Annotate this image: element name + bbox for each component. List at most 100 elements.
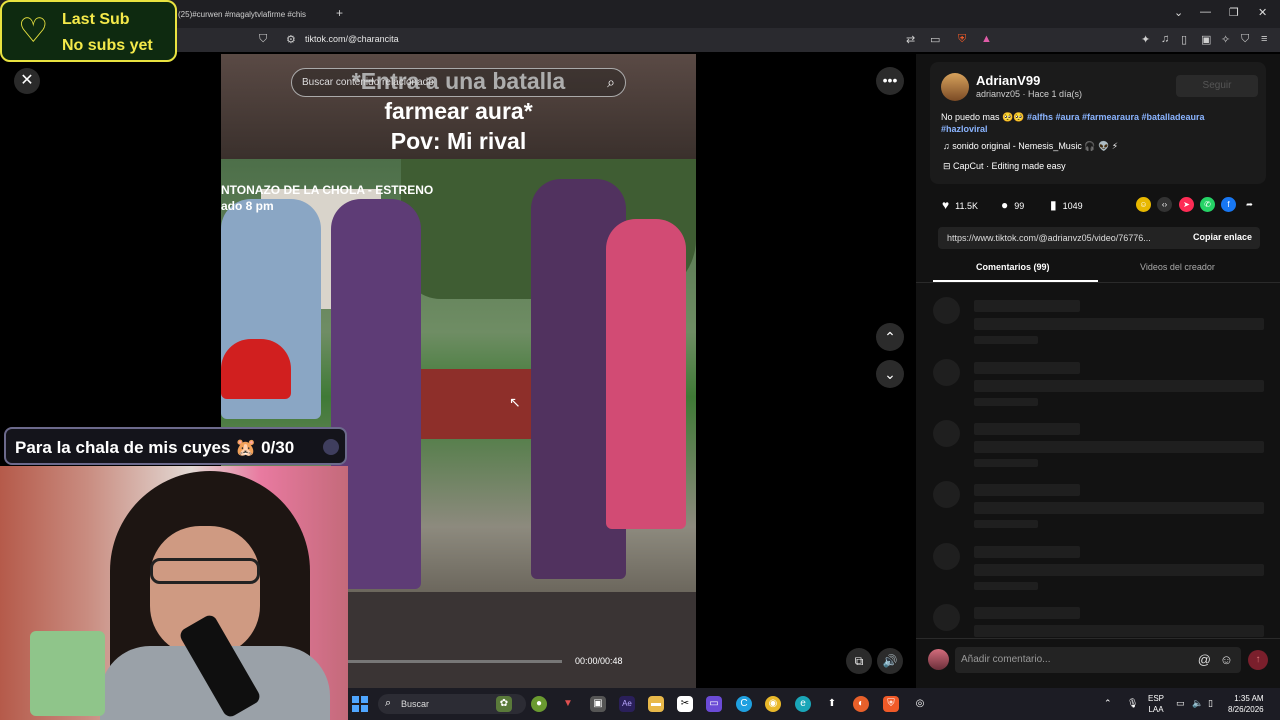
- search-icon[interactable]: ⌕: [607, 74, 615, 91]
- edge-icon[interactable]: e: [795, 696, 811, 712]
- vpn-icon[interactable]: ⛉: [1241, 33, 1249, 46]
- tray-overflow-icon[interactable]: ⌃: [1104, 698, 1112, 709]
- lang-layout: LAA: [1148, 705, 1164, 714]
- translate-icon[interactable]: ⇄: [906, 33, 915, 46]
- windows-start-icon[interactable]: [352, 696, 368, 712]
- taskbar-search-label: Buscar: [401, 699, 430, 709]
- related-search-input[interactable]: Buscar contenido relacionado ⌕: [291, 68, 626, 97]
- system-clock[interactable]: 1:35 AM 8/26/2026: [1228, 693, 1264, 715]
- save-button[interactable]: ▮ 1049: [1050, 198, 1083, 212]
- widget-icon[interactable]: ✿: [496, 696, 512, 712]
- post-comment-button[interactable]: ↑: [1248, 650, 1268, 670]
- previous-video-button[interactable]: ⌃: [876, 323, 904, 351]
- speaker-icon[interactable]: 🔈: [1192, 698, 1203, 709]
- user-avatar: [928, 649, 949, 670]
- capcut-icon[interactable]: ✂: [677, 696, 693, 712]
- brave-rewards-icon[interactable]: ▲: [981, 33, 992, 45]
- new-tab-button[interactable]: +: [336, 6, 343, 20]
- firefox-icon[interactable]: ◐: [853, 696, 869, 712]
- like-count: 11.5K: [955, 201, 978, 211]
- after-effects-icon[interactable]: Ae: [619, 696, 635, 712]
- music-info[interactable]: ♫ sonido original - Nemesis_Music 🎧 👽 ⚡: [943, 141, 1118, 152]
- media-icon[interactable]: ♫: [1161, 33, 1169, 45]
- sub-goal-widget: Para la chala de mis cuyes 🐹 0/30: [4, 427, 347, 465]
- app-icon[interactable]: ▣: [590, 696, 606, 712]
- comment-skeleton-line: [974, 582, 1038, 590]
- clock-time: 1:35 AM: [1234, 694, 1264, 703]
- maximize-button[interactable]: ❐: [1229, 6, 1239, 19]
- like-button[interactable]: ♥ 11.5K: [942, 198, 978, 212]
- person-left-shirt: [221, 339, 291, 399]
- language-indicator[interactable]: ESP LAA: [1148, 693, 1164, 715]
- site-info-icon[interactable]: ⚙: [286, 33, 296, 46]
- extensions-icon[interactable]: ✦: [1141, 33, 1150, 46]
- tab-list-icon[interactable]: ⌄: [1174, 6, 1183, 19]
- comment-skeleton-line: [974, 318, 1264, 330]
- battery-icon[interactable]: ▯: [1208, 698, 1213, 709]
- tab-creator-videos[interactable]: Videos del creador: [1140, 262, 1215, 272]
- bookmark-icon[interactable]: ⛉: [259, 33, 267, 46]
- last-sub-widget: ♡ Last Sub No subs yet: [0, 0, 177, 62]
- creator-name[interactable]: AdrianV99: [976, 73, 1040, 88]
- close-video-button[interactable]: ✕: [14, 68, 40, 94]
- comment-skeleton-avatar: [933, 420, 960, 447]
- share-friends-icon[interactable]: ☺: [1136, 197, 1151, 212]
- comment-input[interactable]: Añadir comentario... @ ☺: [955, 647, 1241, 673]
- comment-skeleton-line: [974, 441, 1264, 453]
- creator-avatar[interactable]: [941, 73, 969, 101]
- mention-icon[interactable]: @: [1198, 652, 1211, 667]
- send-icon[interactable]: ➤: [1179, 197, 1194, 212]
- minimize-button[interactable]: —: [1200, 6, 1211, 18]
- follow-button[interactable]: Seguir: [1176, 75, 1258, 97]
- comment-placeholder: Añadir comentario...: [961, 654, 1051, 665]
- embed-icon[interactable]: ‹›: [1157, 197, 1172, 212]
- comment-button[interactable]: ● 99: [1001, 198, 1024, 212]
- brave-shield-icon[interactable]: ⛨: [958, 33, 966, 46]
- last-sub-title: Last Sub: [62, 11, 130, 28]
- tab-comments[interactable]: Comentarios (99): [976, 262, 1050, 272]
- share-link-url[interactable]: https://www.tiktok.com/@adrianvz05/video…: [947, 233, 1172, 243]
- obs-icon[interactable]: ◎: [912, 696, 928, 712]
- search-icon: ⌕: [385, 697, 392, 709]
- app-icon[interactable]: ●: [531, 696, 547, 712]
- mic-icon[interactable]: 🎙: [1127, 698, 1138, 709]
- app-icon[interactable]: ⬆: [824, 696, 840, 712]
- more-options-button[interactable]: •••: [876, 67, 904, 95]
- whatsapp-icon[interactable]: ✆: [1200, 197, 1215, 212]
- menu-icon[interactable]: ≡: [1261, 33, 1267, 45]
- sub-goal-text: Para la chala de mis cuyes 🐹 0/30: [15, 438, 295, 457]
- address-bar: [0, 28, 1280, 52]
- video-progress-bar[interactable]: [348, 660, 562, 663]
- capcut-link[interactable]: ⊟ CapCut · Editing made easy: [943, 161, 1066, 172]
- app-icon[interactable]: C: [736, 696, 752, 712]
- webcam-glasses: [150, 558, 260, 584]
- share-icon[interactable]: ➦: [1242, 197, 1257, 212]
- chrome-icon[interactable]: ◉: [765, 696, 781, 712]
- brave-icon[interactable]: ⛨: [883, 696, 899, 712]
- description-text: No puedo mas 🥺🥺: [941, 112, 1025, 122]
- copy-link-button[interactable]: Copiar enlace: [1193, 232, 1252, 242]
- file-explorer-icon[interactable]: ▬: [648, 696, 664, 712]
- comment-skeleton-line: [974, 336, 1038, 344]
- url-field[interactable]: tiktok.com/@charancita: [305, 34, 399, 44]
- network-icon[interactable]: ▭: [1176, 698, 1185, 709]
- related-search-placeholder: Buscar contenido relacionado: [302, 77, 434, 88]
- facebook-icon[interactable]: f: [1221, 197, 1236, 212]
- close-window-button[interactable]: ✕: [1258, 6, 1267, 19]
- leo-ai-icon[interactable]: ✧: [1221, 33, 1230, 46]
- sidebar-icon[interactable]: ▯: [1181, 33, 1187, 46]
- browser-tab[interactable]: (25)#curwen #magalytvlafirme #chis: [172, 4, 332, 26]
- pip-icon[interactable]: ⧉: [846, 648, 872, 674]
- cast-icon[interactable]: ▭: [930, 33, 940, 46]
- app-icon[interactable]: ▼: [560, 696, 576, 712]
- twitch-icon[interactable]: ▭: [706, 696, 722, 712]
- screen: (25)#curwen #magalytvlafirme #chis + ⌄ —…: [0, 0, 1280, 720]
- wallet-icon[interactable]: ▣: [1201, 33, 1211, 46]
- cup: [30, 631, 105, 716]
- active-tab-indicator: [933, 280, 1098, 282]
- comment-skeleton-line: [974, 459, 1038, 467]
- volume-icon[interactable]: 🔊: [877, 648, 903, 674]
- emoji-icon[interactable]: ☺: [1220, 652, 1233, 667]
- bookmark-icon: ▮: [1050, 198, 1057, 212]
- next-video-button[interactable]: ⌄: [876, 360, 904, 388]
